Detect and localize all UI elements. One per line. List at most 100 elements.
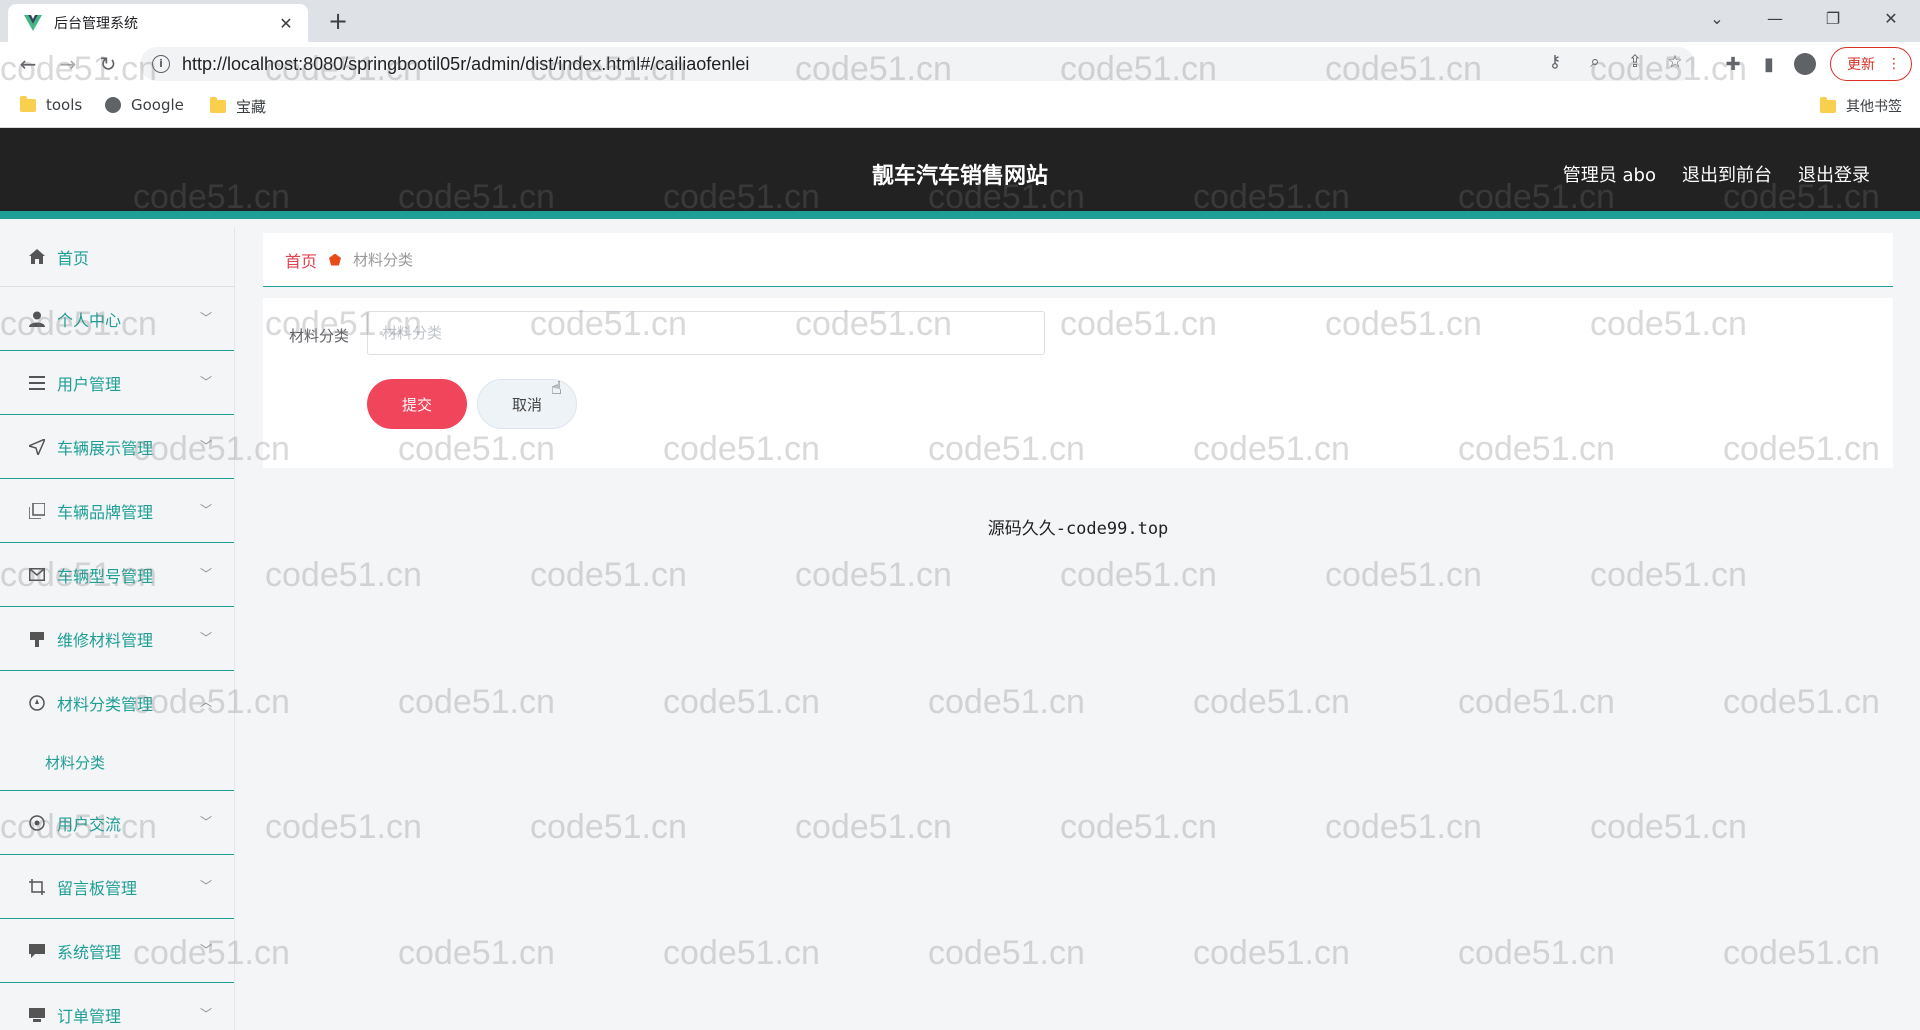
sidebar-item-material-category[interactable]: 材料分类管理 ︿ [0, 671, 234, 735]
sidebar-item-users[interactable]: 用户管理 ﹀ [0, 351, 234, 415]
address-bar[interactable]: i http://localhost:8080/springbootil05r/… [140, 47, 1695, 81]
forward-icon[interactable]: → [54, 50, 82, 78]
share-icon[interactable]: ⇪ [1625, 52, 1645, 72]
category-input[interactable] [367, 311, 1045, 355]
sidebar-item-label: 用户管理 [57, 374, 122, 394]
browser-toolbar: ← → ↻ i http://localhost:8080/springboot… [0, 42, 1920, 86]
update-label: 更新 [1847, 57, 1875, 73]
profile-avatar[interactable] [1794, 53, 1816, 75]
sidebar-item-user-exchange[interactable]: 用户交流 ﹀ [0, 791, 234, 855]
watermark-text: code51.cn [1325, 556, 1482, 594]
cancel-button[interactable]: 取消 [477, 379, 577, 429]
sidebar-item-label: 留言板管理 [57, 878, 138, 898]
reload-icon[interactable]: ↻ [94, 50, 122, 78]
more-menu-icon[interactable]: ⋮ [1887, 56, 1901, 72]
extensions-icon[interactable]: ✚ [1722, 54, 1744, 75]
sidebar-item-message-board[interactable]: 留言板管理 ﹀ [0, 855, 234, 919]
watermark-text: code51.cn [1723, 683, 1880, 721]
order-icon [28, 1007, 45, 1024]
bookmark-treasure[interactable]: 宝藏 [210, 96, 266, 117]
breadcrumb-home[interactable]: 首页 [285, 248, 317, 272]
admin-label: 管理员 abo [1562, 165, 1656, 186]
sidebar-item-orders[interactable]: 订单管理 ﹀ [0, 983, 234, 1030]
watermark-text: code51.cn [1723, 934, 1880, 972]
mail-icon [28, 566, 45, 583]
chevron-down-icon: ﹀ [199, 567, 212, 581]
folder-icon [210, 97, 226, 113]
sidebar: 首页 个人中心 ﹀ 用户管理 ﹀ 车辆展示管理 ﹀ 车辆品牌管理 ﹀ 车辆型号管… [0, 227, 235, 1030]
chevron-down-icon: ﹀ [199, 439, 212, 453]
tab-close-icon[interactable]: ✕ [276, 14, 296, 33]
sidebar-item-label: 用户交流 [57, 814, 122, 834]
sidebar-item-vehicle-display[interactable]: 车辆展示管理 ﹀ [0, 415, 234, 479]
header-links: 管理员 abo 退出到前台 退出登录 [1563, 161, 1870, 187]
watermark-text: code51.cn [663, 934, 820, 972]
mouse-cursor-icon: ☝ [551, 378, 562, 399]
folder-icon [1820, 96, 1836, 113]
minimize-button[interactable]: — [1746, 0, 1804, 38]
sidebar-item-vehicle-brand[interactable]: 车辆品牌管理 ﹀ [0, 479, 234, 543]
sidebar-item-label: 首页 [57, 248, 90, 268]
window-controls: ⌄ — ❐ ✕ [1688, 0, 1920, 38]
folder-icon [20, 95, 36, 112]
sidebar-item-label: 车辆展示管理 [57, 438, 154, 458]
restore-button[interactable]: ❐ [1804, 0, 1862, 38]
watermark-text: code51.cn [1458, 683, 1615, 721]
watermark-text: code51.cn [398, 934, 555, 972]
watermark-text: code51.cn [1590, 556, 1747, 594]
chevron-down-icon: ﹀ [199, 815, 212, 829]
footer-text: 源码久久-code99.top [987, 519, 1169, 539]
other-bookmarks-label: 其他书签 [1846, 99, 1902, 115]
sidebar-item-vehicle-model[interactable]: 车辆型号管理 ﹀ [0, 543, 234, 607]
sidebar-item-system[interactable]: 系统管理 ﹀ [0, 919, 234, 983]
sidebar-item-repair-material[interactable]: 维修材料管理 ﹀ [0, 607, 234, 671]
logout-link[interactable]: 退出登录 [1798, 161, 1870, 187]
bookmark-label: 宝藏 [236, 98, 267, 116]
bookmark-google[interactable]: Google [105, 96, 184, 114]
star-icon[interactable]: ☆ [1665, 52, 1685, 72]
submit-button[interactable]: 提交 [367, 379, 467, 429]
info-icon[interactable]: i [152, 55, 170, 73]
back-to-front-link[interactable]: 退出到前台 [1682, 161, 1772, 187]
key-icon[interactable]: ⚷ [1545, 52, 1565, 72]
browser-tab[interactable]: 后台管理系统 ✕ [8, 4, 308, 42]
close-window-button[interactable]: ✕ [1862, 0, 1920, 38]
sidepanel-icon[interactable]: ▮ [1758, 54, 1780, 75]
watermark-text: code51.cn [530, 808, 687, 846]
sidebar-item-label: 个人中心 [57, 310, 122, 330]
message-icon [28, 942, 45, 959]
sidebar-subitem-material-category[interactable]: 材料分类 [0, 735, 234, 791]
watermark-text: code51.cn [1060, 556, 1217, 594]
sidebar-item-label: 车辆品牌管理 [57, 502, 154, 522]
omnibox-icons: ⚷ ⌕ ⇪ ☆ [1545, 52, 1685, 72]
watermark-text: code51.cn [795, 808, 952, 846]
watermark-text: code51.cn [265, 556, 422, 594]
copy-icon [28, 502, 45, 519]
sidebar-item-personal[interactable]: 个人中心 ﹀ [0, 287, 234, 351]
send-icon [28, 438, 45, 455]
watermark-text: code51.cn [1325, 808, 1482, 846]
watermark-text: code51.cn [398, 683, 555, 721]
compass-icon [28, 695, 45, 712]
zoom-icon[interactable]: ⌕ [1585, 52, 1605, 72]
tab-search-icon[interactable]: ⌄ [1688, 0, 1746, 38]
chevron-down-icon: ﹀ [199, 375, 212, 389]
back-icon[interactable]: ← [14, 50, 42, 78]
crop-icon [28, 878, 45, 895]
sidebar-item-label: 材料分类管理 [57, 695, 154, 714]
category-field-label: 材料分类 [289, 327, 350, 345]
other-bookmarks[interactable]: 其他书签 [1820, 96, 1902, 116]
toolbar-right: ✚ ▮ 更新 ⋮ [1722, 46, 1920, 82]
watermark-text: code51.cn [1193, 683, 1350, 721]
chevron-down-icon: ﹀ [199, 311, 212, 325]
update-button[interactable]: 更新 ⋮ [1830, 47, 1912, 81]
breadcrumb-current: 材料分类 [353, 251, 414, 269]
bookmark-tools[interactable]: tools [20, 95, 83, 114]
watermark-text: code51.cn [663, 683, 820, 721]
app-header: 靓车汽车销售网站 管理员 abo 退出到前台 退出登录 [0, 128, 1920, 219]
sidebar-item-home[interactable]: 首页 [0, 227, 234, 287]
bookmark-label: tools [46, 96, 83, 114]
new-tab-button[interactable]: + [324, 8, 352, 36]
chat-icon [28, 814, 45, 831]
flag-icon [28, 630, 45, 647]
